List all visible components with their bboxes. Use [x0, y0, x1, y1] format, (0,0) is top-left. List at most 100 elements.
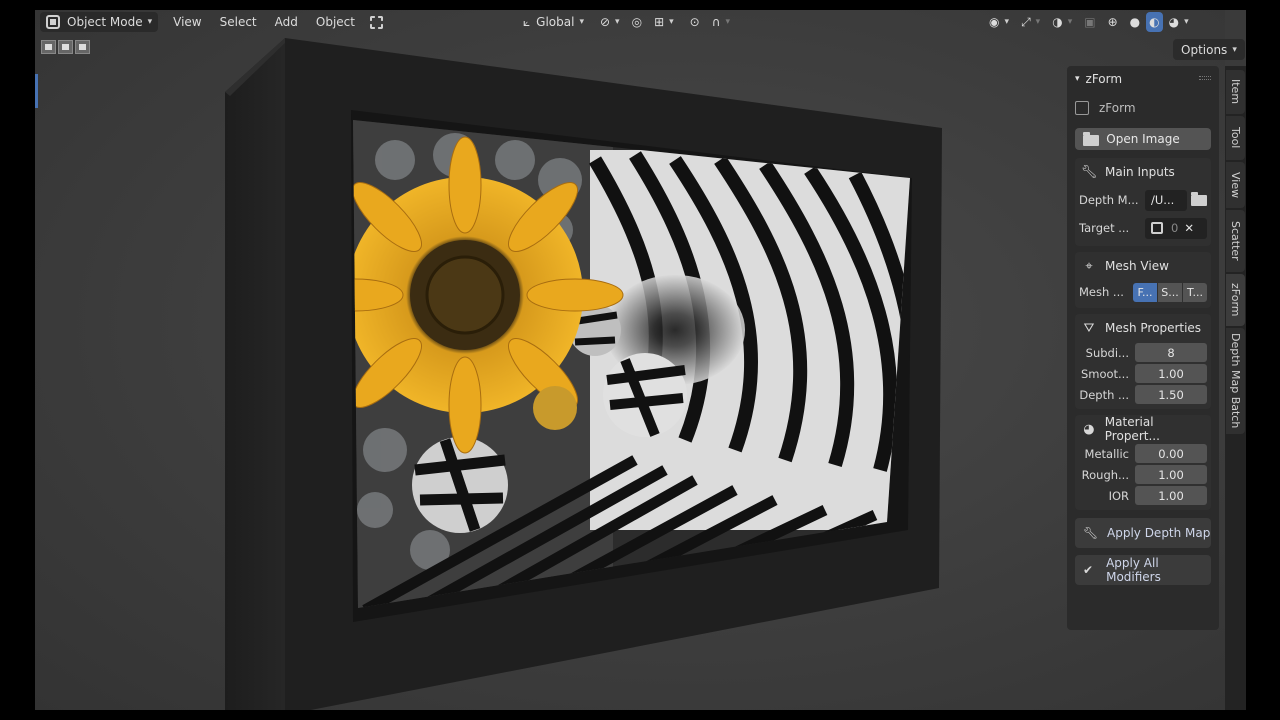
material-properties-section: ◕ Material Propert... Metallic 0.00 Roug…: [1075, 415, 1211, 510]
proportional-edit-icon: ⊙: [689, 15, 700, 29]
toolbar-indicator: [35, 74, 38, 108]
panel-title: zForm: [1085, 72, 1123, 86]
xray-toggle[interactable]: ▣: [1078, 12, 1101, 32]
main-inputs-header[interactable]: 🔧︎ Main Inputs: [1075, 158, 1211, 186]
mesh-view-option-s[interactable]: S...: [1158, 282, 1182, 302]
zform-sidebar-panel: ▾ zForm zForm Open Image 🔧︎ Main Inputs …: [1067, 66, 1219, 630]
transform-orientation-selector[interactable]: ⟀ Global ▾: [517, 12, 590, 32]
tab-scatter[interactable]: Scatter: [1226, 210, 1245, 272]
smoothing-field[interactable]: 1.00: [1135, 364, 1207, 383]
mesh-view-option-f[interactable]: F...: [1133, 282, 1157, 302]
menu-view[interactable]: View: [164, 12, 210, 32]
browse-folder-icon[interactable]: [1191, 191, 1207, 206]
zform-enable-row[interactable]: zForm: [1075, 97, 1211, 118]
mesh-view-header[interactable]: ⌖ Mesh View: [1075, 252, 1211, 280]
menu-bar: View Select Add Object: [164, 12, 364, 32]
mesh-view-option-t[interactable]: T...: [1183, 282, 1207, 302]
menu-select[interactable]: Select: [211, 12, 266, 32]
tab-scatter-label: Scatter: [1229, 221, 1242, 261]
subdivision-label: Subdi...: [1085, 345, 1129, 360]
visibility-selector[interactable]: ◉ ▾: [983, 12, 1015, 32]
falloff-curve-icon: ∩: [711, 15, 721, 29]
clear-icon[interactable]: ✕: [1184, 221, 1194, 235]
tab-item[interactable]: Item: [1226, 70, 1245, 114]
shadowbox-frame-object[interactable]: [35, 10, 1225, 710]
shading-rendered-button[interactable]: ◕ ▾: [1163, 12, 1195, 32]
snap-toggle[interactable]: ◎: [626, 12, 648, 32]
select-box-tool-button[interactable]: [364, 12, 389, 32]
metallic-field[interactable]: 0.00: [1135, 444, 1207, 463]
select-subtract-button[interactable]: [75, 40, 90, 54]
zform-checkbox[interactable]: [1075, 100, 1089, 115]
sidebar-tabs: Item Tool View Scatter zForm Depth Map B…: [1225, 66, 1246, 710]
mesh-properties-header[interactable]: ⛛ Mesh Properties: [1075, 314, 1211, 342]
snap-increment-icon: ⊞: [654, 15, 665, 29]
material-properties-header[interactable]: ◕ Material Propert...: [1075, 415, 1211, 443]
subdivision-field[interactable]: 8: [1135, 343, 1207, 362]
pivot-icon: ⊘: [599, 15, 611, 29]
shading-wireframe-button[interactable]: ⊕: [1102, 12, 1124, 32]
overlays-toggle[interactable]: ◑ ▾: [1046, 12, 1078, 32]
select-new-button[interactable]: [41, 40, 56, 54]
magnet-icon: ◎: [631, 15, 643, 29]
target-object-field[interactable]: 0 ✕: [1145, 217, 1207, 239]
zform-checkbox-label: zForm: [1099, 100, 1136, 115]
proportional-editing-toggle[interactable]: ⊙: [684, 12, 706, 32]
tab-depth-map-batch[interactable]: Depth Map Batch: [1226, 328, 1245, 434]
object-mode-icon: [46, 15, 60, 29]
open-image-button[interactable]: Open Image: [1075, 128, 1211, 150]
chevron-down-icon: ▾: [1075, 74, 1080, 84]
solid-sphere-icon: ●: [1129, 15, 1141, 29]
wireframe-sphere-icon: ⊕: [1107, 15, 1118, 29]
depth-map-path-value: /U...: [1151, 193, 1175, 207]
tab-depth-map-batch-label: Depth Map Batch: [1229, 333, 1242, 429]
roughness-field[interactable]: 1.00: [1135, 465, 1207, 484]
wrench-icon: 🔧︎: [1080, 164, 1098, 180]
select-extend-button[interactable]: [58, 40, 73, 54]
material-sphere-icon: ◕: [1083, 421, 1095, 437]
viewport-header: Object Mode ▾ View Select Add Object ⟀ G…: [35, 10, 1246, 34]
tab-tool[interactable]: Tool: [1226, 116, 1245, 160]
apply-depth-map-label: Apply Depth Map: [1107, 526, 1211, 540]
chevron-down-icon: ▾: [1067, 17, 1073, 27]
apply-all-modifiers-button[interactable]: ✔ Apply All Modifiers: [1075, 555, 1211, 585]
zform-panel-header[interactable]: ▾ zForm: [1067, 66, 1219, 92]
tab-tool-label: Tool: [1229, 127, 1242, 149]
gizmo-icon: ⤢: [1021, 14, 1031, 29]
tab-zform[interactable]: zForm: [1226, 274, 1245, 326]
smoothing-row: Smoot... 1.00: [1075, 363, 1211, 384]
open-image-label: Open Image: [1106, 132, 1180, 146]
material-properties-title: Material Propert...: [1104, 415, 1160, 443]
mesh-properties-section: ⛛ Mesh Properties Subdi... 8 Smoot... 1.…: [1075, 314, 1211, 409]
drag-grip-icon[interactable]: [1199, 76, 1211, 80]
falloff-selector[interactable]: ∩ ▾: [706, 12, 736, 32]
tab-view[interactable]: View: [1226, 162, 1245, 208]
shading-material-button[interactable]: ◐: [1146, 12, 1163, 32]
chevron-down-icon: ▾: [579, 17, 584, 27]
target-label: Target ...: [1079, 221, 1130, 235]
3d-viewport[interactable]: [35, 10, 1225, 710]
menu-object[interactable]: Object: [307, 12, 364, 32]
wrench-icon: 🔧︎: [1083, 526, 1099, 540]
depth-label: Depth ...: [1079, 387, 1129, 402]
mesh-view-row: Mesh ... F... S... T...: [1075, 280, 1211, 304]
chevron-down-icon: ▾: [615, 17, 620, 27]
shading-solid-button[interactable]: ●: [1124, 12, 1146, 32]
depth-map-path-field[interactable]: /U...: [1145, 189, 1187, 211]
eye-icon: ◉: [989, 15, 1000, 29]
options-dropdown[interactable]: Options ▾: [1173, 39, 1245, 60]
mode-selector[interactable]: Object Mode ▾: [40, 12, 159, 32]
depth-field[interactable]: 1.50: [1135, 385, 1207, 404]
chevron-down-icon: ▾: [1004, 17, 1010, 27]
ior-field[interactable]: 1.00: [1135, 486, 1207, 505]
pivot-point-selector[interactable]: ⊘ ▾: [594, 12, 626, 32]
snap-target-selector[interactable]: ⊞ ▾: [648, 12, 680, 32]
apply-depth-map-button[interactable]: 🔧︎ Apply Depth Map: [1075, 518, 1211, 548]
mesh-properties-icon: ⛛: [1083, 320, 1095, 336]
gizmo-toggle[interactable]: ⤢ ▾: [1015, 12, 1046, 32]
options-label: Options: [1181, 42, 1228, 57]
depth-map-label: Depth M...: [1079, 193, 1139, 207]
menu-add[interactable]: Add: [266, 12, 307, 32]
checkmark-icon: ✔: [1083, 563, 1094, 577]
target-value: 0: [1171, 221, 1179, 235]
